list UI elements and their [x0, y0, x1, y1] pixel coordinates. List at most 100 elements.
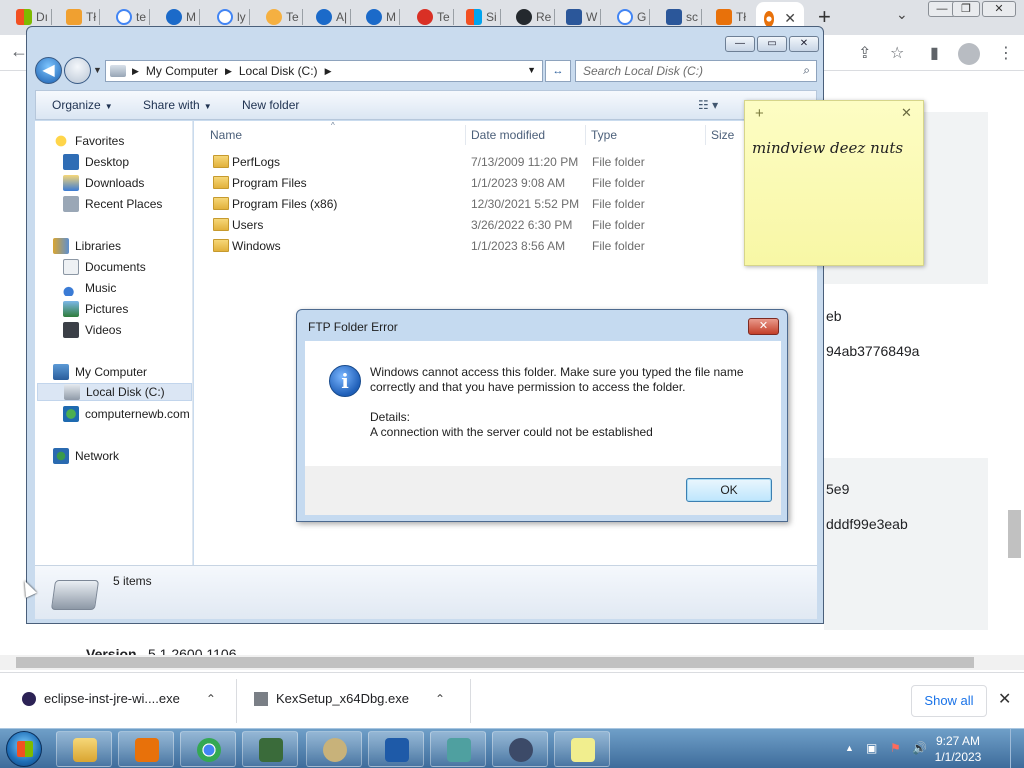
refresh-button[interactable]: ↔	[545, 60, 571, 82]
taskbar-task-manager[interactable]	[242, 731, 298, 767]
browser-tab[interactable]: M	[366, 6, 400, 28]
folder-icon	[213, 197, 229, 210]
start-button[interactable]	[6, 731, 42, 767]
browser-tab[interactable]: M	[166, 6, 200, 28]
gear-icon	[509, 738, 533, 762]
column-header-name[interactable]: Name	[210, 125, 242, 145]
close-icon[interactable]: ✕	[998, 689, 1011, 709]
breadcrumb-separator[interactable]: ▶	[325, 66, 332, 77]
maximize-button[interactable]: ▭	[757, 36, 787, 52]
forward-button[interactable]	[64, 57, 91, 84]
horizontal-scrollbar[interactable]	[0, 655, 1024, 670]
column-header-size[interactable]: Size	[711, 125, 734, 145]
system-clock[interactable]: 9:27 AM 1/1/2023	[928, 733, 988, 765]
menu-kebab-icon[interactable]: ⋮	[998, 43, 1014, 63]
taskbar-app[interactable]	[430, 731, 486, 767]
browser-tab[interactable]: Tł	[716, 6, 746, 28]
taskbar-app[interactable]	[306, 731, 362, 767]
close-tab-icon[interactable]: ✕	[784, 10, 796, 27]
download-item[interactable]: eclipse-inst-jre-wi....exe ⌃	[22, 691, 216, 706]
taskbar-explorer[interactable]	[56, 731, 112, 767]
taskbar-app[interactable]	[368, 731, 424, 767]
file-row[interactable]: Users 3/26/2022 6:30 PM File folder	[194, 215, 794, 235]
recent-pages-dropdown[interactable]: ▼	[93, 65, 102, 75]
nav-music[interactable]: Music	[63, 279, 116, 297]
browser-tab[interactable]: A|	[316, 6, 352, 28]
breadcrumb-separator[interactable]: ▶	[225, 66, 232, 77]
tab-search-button[interactable]: ⌄	[896, 6, 908, 23]
minimize-button[interactable]: —	[725, 36, 755, 52]
browser-tab[interactable]: Re	[516, 6, 556, 28]
breadcrumb-my-computer[interactable]: My Computer	[146, 64, 218, 78]
breadcrumb-local-disk[interactable]: Local Disk (C:)	[239, 64, 318, 78]
vertical-scrollbar-thumb[interactable]	[1008, 510, 1021, 558]
window-close-button[interactable]: ✕	[982, 1, 1016, 17]
action-center-icon[interactable]: ⚑	[890, 741, 901, 755]
search-input[interactable]: Search Local Disk (C:) ⌕	[575, 60, 817, 82]
dialog-title: FTP Folder Error	[308, 320, 398, 334]
bookmark-star-icon[interactable]: ☆	[890, 43, 904, 63]
profile-avatar[interactable]	[958, 43, 980, 65]
browser-tab[interactable]: sc	[666, 6, 702, 28]
close-button[interactable]: ✕	[789, 36, 819, 52]
tray-expand-icon[interactable]: ▲	[845, 743, 854, 753]
organize-button[interactable]: Organize ▼	[52, 98, 113, 112]
file-row[interactable]: PerfLogs 7/13/2009 11:20 PM File folder	[194, 152, 794, 172]
file-row[interactable]: Windows 1/1/2023 8:56 AM File folder	[194, 236, 794, 256]
nav-favorites[interactable]: Favorites	[53, 132, 124, 150]
taskbar-chrome[interactable]	[180, 731, 236, 767]
nav-videos[interactable]: Videos	[63, 321, 121, 339]
column-header-type[interactable]: Type	[591, 125, 617, 145]
new-folder-button[interactable]: New folder	[242, 98, 299, 112]
browser-tab[interactable]: Te	[266, 6, 303, 28]
breadcrumb-separator[interactable]: ▶	[132, 66, 139, 77]
file-row[interactable]: Program Files 1/1/2023 9:08 AM File folder	[194, 173, 794, 193]
browser-tab[interactable]: W	[566, 6, 602, 28]
nav-my-computer[interactable]: My Computer	[53, 363, 147, 381]
dialog-close-button[interactable]: ✕	[748, 318, 779, 335]
download-item[interactable]: KexSetup_x64Dbg.exe ⌃	[254, 691, 445, 706]
browser-tab[interactable]: Te	[417, 6, 454, 28]
address-bar[interactable]: ▶ My Computer ▶ Local Disk (C:) ▶ ▼	[105, 60, 543, 82]
nav-downloads[interactable]: Downloads	[63, 174, 144, 192]
nav-pictures[interactable]: Pictures	[63, 300, 128, 318]
change-view-button[interactable]: ☷ ▾	[698, 98, 718, 112]
taskbar-media-player[interactable]	[118, 731, 174, 767]
volume-icon[interactable]: 🔊	[912, 741, 927, 755]
share-with-button[interactable]: Share with ▼	[143, 98, 212, 112]
file-row[interactable]: Program Files (x86) 12/30/2021 5:52 PM Fil…	[194, 194, 794, 214]
show-desktop-button[interactable]	[1010, 729, 1024, 768]
nav-documents[interactable]: Documents	[63, 258, 146, 276]
browser-tab[interactable]: G	[617, 6, 651, 28]
nav-desktop[interactable]: Desktop	[63, 153, 129, 171]
window-maximize-button[interactable]: ❐	[952, 1, 980, 17]
side-panel-icon[interactable]: ▮	[930, 43, 939, 63]
nav-ftp-site[interactable]: computernewb.com	[63, 405, 193, 423]
nav-libraries[interactable]: Libraries	[53, 237, 121, 255]
taskbar-sticky-notes[interactable]	[554, 731, 610, 767]
show-all-button[interactable]: Show all	[911, 685, 987, 717]
chevron-up-icon[interactable]: ⌃	[435, 692, 445, 706]
address-dropdown-icon[interactable]: ▼	[527, 65, 536, 75]
browser-tab[interactable]: ly	[217, 6, 250, 28]
horizontal-scrollbar-thumb[interactable]	[16, 657, 974, 668]
ok-button[interactable]: OK	[686, 478, 772, 502]
message-line: correctly and that you have permission t…	[370, 380, 686, 394]
nav-network[interactable]: Network	[53, 447, 119, 465]
share-icon[interactable]: ⇪	[858, 43, 871, 63]
network-icon[interactable]: ▣	[866, 741, 877, 755]
sticky-note[interactable]: + ✕ mindview deez nuts	[744, 100, 924, 266]
sticky-note-text[interactable]: mindview deez nuts	[752, 139, 903, 157]
browser-tab[interactable]: Si	[466, 6, 501, 28]
new-note-button[interactable]: +	[755, 105, 764, 122]
taskbar-app[interactable]	[492, 731, 548, 767]
nav-recent-places[interactable]: Recent Places	[63, 195, 162, 213]
nav-local-disk[interactable]: Local Disk (C:)	[37, 383, 192, 401]
browser-tab[interactable]: Tł	[66, 6, 100, 28]
column-header-date[interactable]: Date modified	[471, 125, 545, 145]
browser-tab[interactable]: te	[116, 6, 151, 28]
back-button[interactable]: ◀	[35, 57, 62, 84]
delete-note-button[interactable]: ✕	[901, 105, 912, 121]
chevron-up-icon[interactable]: ⌃	[206, 692, 216, 706]
browser-tab[interactable]: Dı	[16, 6, 52, 28]
